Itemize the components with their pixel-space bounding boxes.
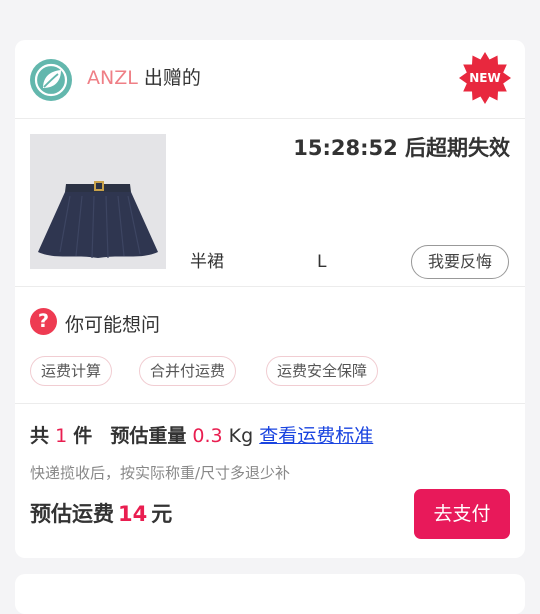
shipping-standard-link[interactable]: 查看运费标准 (259, 425, 373, 447)
pay-button[interactable]: 去支付 (414, 489, 510, 539)
item-count: 1 (55, 425, 68, 447)
faq-chip[interactable]: 运费计算 (30, 356, 113, 386)
order-summary: 共 1 件 预估重量 0.3 Kg 查看运费标准 (30, 422, 373, 450)
weight-label: 预估重量 (110, 425, 187, 447)
estimated-fee: 预估运费 14 元 (30, 499, 172, 529)
gift-action-label: 出赠的 (143, 67, 201, 89)
shipping-note: 快递揽收后，按实际称重/尺寸多退少补 (30, 464, 291, 482)
gift-header-text: ANZL 出赠的 (87, 64, 201, 92)
skirt-image (30, 134, 166, 269)
divider (15, 118, 525, 119)
product-name: 半裙 (190, 252, 224, 272)
fee-unit: 元 (151, 502, 173, 526)
count-prefix: 共 (30, 425, 50, 447)
leaf-icon (34, 63, 68, 97)
divider (15, 286, 525, 287)
fee-amount: 14 (118, 502, 148, 526)
divider (15, 403, 525, 404)
product-thumbnail[interactable] (30, 134, 166, 269)
faq-chip[interactable]: 运费安全保障 (266, 356, 379, 386)
avatar[interactable] (30, 59, 72, 101)
regret-button[interactable]: 我要反悔 (411, 245, 509, 279)
faq-chip[interactable]: 合并付运费 (139, 356, 237, 386)
weight-unit: Kg (228, 425, 254, 447)
count-suffix: 件 (73, 425, 93, 447)
faq-title: 你可能想问 (65, 314, 161, 336)
weight-value: 0.3 (192, 425, 223, 447)
expire-countdown: 15:28:52 后超期失效 (293, 136, 510, 160)
giver-nickname[interactable]: ANZL (87, 67, 138, 89)
gift-order-card: ANZL 出赠的 NEW 15:28:52 后超期失效 半裙 L 我要反悔 ? 你… (15, 40, 525, 558)
question-icon: ? (30, 308, 57, 335)
next-card (15, 574, 525, 614)
fee-label: 预估运费 (30, 502, 114, 526)
new-badge-label: NEW (469, 71, 501, 85)
new-badge: NEW (458, 51, 512, 105)
product-size: L (317, 252, 327, 272)
